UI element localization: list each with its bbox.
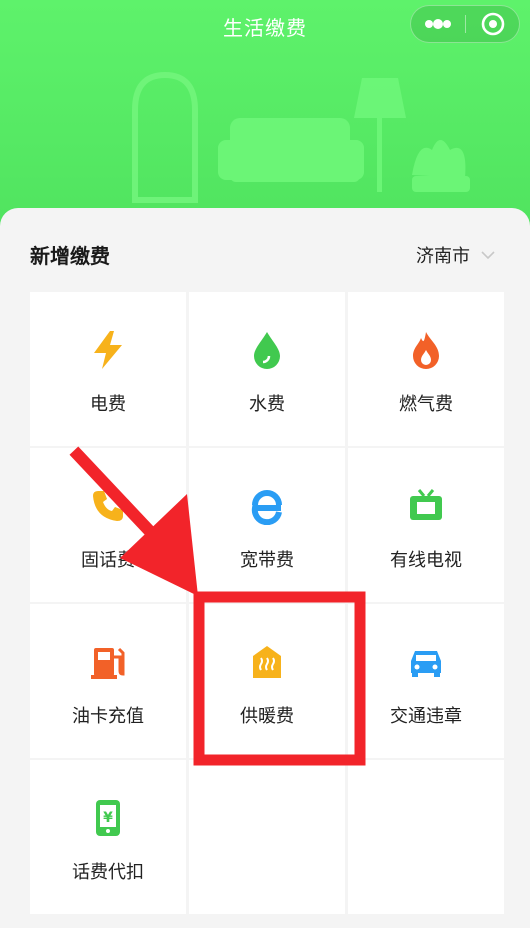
service-label: 燃气费 (399, 394, 453, 415)
service-cable-tv[interactable]: 有线电视 (348, 448, 504, 602)
service-label: 宽带费 (240, 550, 294, 571)
service-label: 话费代扣 (72, 862, 144, 883)
section-title: 新增缴费 (30, 244, 110, 268)
svg-text:¥: ¥ (103, 810, 113, 826)
more-button[interactable] (411, 6, 465, 42)
mobile-yuan-icon: ¥ (96, 800, 120, 836)
tv-icon (410, 489, 442, 520)
mini-program-capsule (410, 5, 520, 43)
service-label: 油卡充值 (72, 706, 144, 727)
chevron-down-icon (481, 251, 495, 260)
service-phone-bill[interactable]: ¥ 话费代扣 (30, 760, 186, 914)
service-heating[interactable]: 供暖费 (189, 604, 345, 758)
empty-tile (189, 760, 345, 914)
service-fuel-card[interactable]: 油卡充值 (30, 604, 186, 758)
car-icon (411, 651, 441, 677)
flame-icon (413, 332, 439, 369)
empty-tile (348, 760, 504, 914)
city-label: 济南市 (416, 246, 470, 267)
broadband-e-icon (251, 490, 282, 525)
close-circle-icon (481, 12, 505, 36)
city-selector[interactable]: 济南市 (416, 242, 496, 268)
service-landline[interactable]: 固话费 (30, 448, 186, 602)
service-electricity[interactable]: 电费 (30, 292, 186, 446)
lightning-icon (94, 331, 122, 369)
fuel-pump-icon (91, 647, 125, 679)
service-grid: 电费 水费 燃气费 固话费 宽带费 有线电视 油卡充值 供暖费 交通违章 ¥ 话… (30, 292, 504, 914)
service-label: 固话费 (81, 550, 135, 571)
service-label: 电费 (90, 394, 126, 415)
service-water[interactable]: 水费 (189, 292, 345, 446)
service-gas[interactable]: 燃气费 (348, 292, 504, 446)
heating-house-icon (253, 646, 281, 678)
more-dots-icon (425, 19, 451, 29)
service-label: 供暖费 (240, 706, 294, 727)
close-button[interactable] (467, 6, 519, 42)
capsule-divider (465, 15, 466, 33)
service-label: 水费 (249, 394, 285, 415)
service-label: 有线电视 (390, 550, 462, 571)
service-broadband[interactable]: 宽带费 (189, 448, 345, 602)
service-label: 交通违章 (390, 706, 462, 727)
water-drop-icon (254, 332, 280, 369)
service-traffic-violation[interactable]: 交通违章 (348, 604, 504, 758)
phone-icon (93, 491, 123, 521)
